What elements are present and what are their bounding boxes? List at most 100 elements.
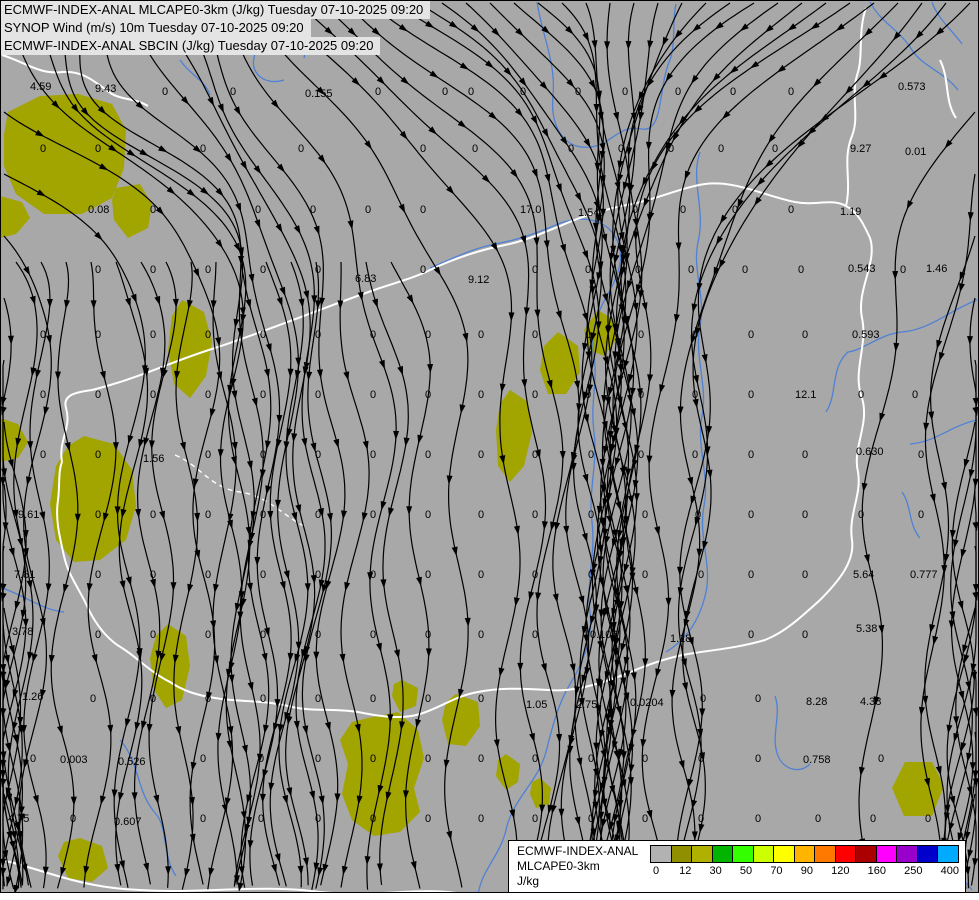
legend-swatch	[712, 845, 734, 863]
legend-tick: 120	[831, 865, 849, 877]
station-value-zero: 0	[200, 753, 206, 765]
station-value-zero: 0	[478, 389, 484, 401]
station-value-zero: 0	[755, 693, 761, 705]
station-value-zero: 0	[755, 813, 761, 825]
station-value-zero: 0	[532, 389, 538, 401]
legend-title-parameter: MLCAPE0-3km	[517, 860, 649, 873]
station-value-label: 0.777	[910, 569, 938, 581]
station-value-zero: 0	[680, 204, 686, 216]
station-value-zero: 0	[478, 569, 484, 581]
station-value-zero: 0	[150, 329, 156, 341]
station-value-label: 0.01	[905, 146, 926, 158]
station-value-label: 0.003	[60, 754, 88, 766]
legend-swatch	[691, 845, 713, 863]
station-value-zero: 0	[642, 753, 648, 765]
station-value-zero: 0	[642, 509, 648, 521]
map-container: 0 0 0 0 0 0 0 0 0 0 0 0 0 0 0 0 0 0 0 0 0 0 0 0 0 0 0 0 0 0 0 0 0 0 0 0 0 0 0 0…	[0, 0, 979, 893]
station-value-zero: 0	[788, 204, 794, 216]
station-value-zero: 0	[478, 329, 484, 341]
station-value-zero: 0	[748, 329, 754, 341]
station-value-zero: 0	[802, 629, 808, 641]
station-value-zero: 0	[802, 569, 808, 581]
station-value-zero: 0	[478, 693, 484, 705]
station-value-zero: 0	[698, 569, 704, 581]
station-value-label: 9.61	[18, 509, 39, 521]
legend-swatch	[753, 845, 775, 863]
legend-tick: 250	[904, 865, 922, 877]
station-value-zero: 0	[90, 693, 96, 705]
station-value-zero: 0	[532, 569, 538, 581]
station-value-zero: 0	[420, 204, 426, 216]
station-value-label: 0.543	[848, 263, 876, 275]
station-value-zero: 0	[95, 509, 101, 521]
station-value-label: 5.38	[856, 623, 877, 635]
station-value-zero: 0	[478, 509, 484, 521]
station-value-zero: 0	[788, 86, 794, 98]
station-value-zero: 0	[162, 86, 168, 98]
station-value-zero: 0	[310, 204, 316, 216]
station-value-zero: 0	[200, 813, 206, 825]
station-value-zero: 0	[370, 813, 376, 825]
station-value-zero: 0	[150, 509, 156, 521]
station-value-zero: 0	[420, 143, 426, 155]
legend-swatch	[650, 845, 672, 863]
station-value-zero: 0	[732, 204, 738, 216]
station-value-zero: 0	[260, 329, 266, 341]
station-value-zero: 0	[298, 143, 304, 155]
station-value-label: 9.27	[850, 143, 871, 155]
station-value-zero: 0	[205, 629, 211, 641]
station-value-zero: 0	[632, 204, 638, 216]
station-value-label: 0.106	[590, 629, 618, 641]
station-value-label: 6.83	[355, 273, 376, 285]
station-value-zero: 0	[255, 204, 261, 216]
station-value-zero: 0	[370, 753, 376, 765]
station-value-zero: 0	[95, 329, 101, 341]
station-value-zero: 0	[638, 329, 644, 341]
station-value-zero: 0	[748, 389, 754, 401]
station-value-label: 3.78	[12, 626, 33, 638]
station-value-zero: 0	[95, 629, 101, 641]
map-header: ECMWF-INDEX-ANAL MLCAPE0-3km (J/kg) Tues…	[1, 1, 430, 55]
station-value-zero: 0	[692, 389, 698, 401]
station-value-zero: 0	[425, 629, 431, 641]
station-value-zero: 0	[95, 389, 101, 401]
station-value-zero: 0	[692, 329, 698, 341]
station-value-zero: 0	[918, 449, 924, 461]
station-value-zero: 0	[588, 569, 594, 581]
station-value-zero: 0	[370, 629, 376, 641]
station-value-zero: 0	[258, 753, 264, 765]
station-value-zero: 0	[870, 813, 876, 825]
station-value-zero: 0	[315, 389, 321, 401]
station-value-zero: 0	[802, 509, 808, 521]
station-value-zero: 0	[718, 143, 724, 155]
legend-title-model: ECMWF-INDEX-ANAL	[517, 845, 649, 858]
legend-swatch	[896, 845, 918, 863]
station-value-zero: 0	[532, 329, 538, 341]
station-value-zero: 0	[258, 813, 264, 825]
station-value-zero: 0	[878, 753, 884, 765]
station-value-zero: 0	[858, 389, 864, 401]
station-value-label: 1.56	[143, 453, 164, 465]
station-value-zero: 0	[478, 753, 484, 765]
station-value-zero: 0	[370, 449, 376, 461]
legend-units: J/kg	[517, 875, 649, 888]
station-value-label: 4.59	[30, 81, 51, 93]
station-value-zero: 0	[420, 264, 426, 276]
legend-titles: ECMWF-INDEX-ANAL MLCAPE0-3km J/kg	[509, 841, 651, 892]
station-value-zero: 0	[370, 509, 376, 521]
station-value-zero: 0	[588, 449, 594, 461]
station-value-zero: 0	[478, 449, 484, 461]
station-value-label: 1.05	[526, 699, 547, 711]
station-value-zero: 0	[260, 693, 266, 705]
station-value-zero: 0	[585, 329, 591, 341]
station-value-zero: 0	[802, 449, 808, 461]
legend-tick: 30	[710, 865, 722, 877]
station-value-zero: 0	[95, 569, 101, 581]
station-value-zero: 0	[748, 509, 754, 521]
station-value-label: 4.38	[860, 696, 881, 708]
station-value-label: 0.0204	[630, 697, 664, 709]
station-value-zero: 0	[315, 753, 321, 765]
station-value-zero: 0	[370, 569, 376, 581]
station-value-zero: 0	[425, 693, 431, 705]
map-background	[0, 0, 979, 893]
